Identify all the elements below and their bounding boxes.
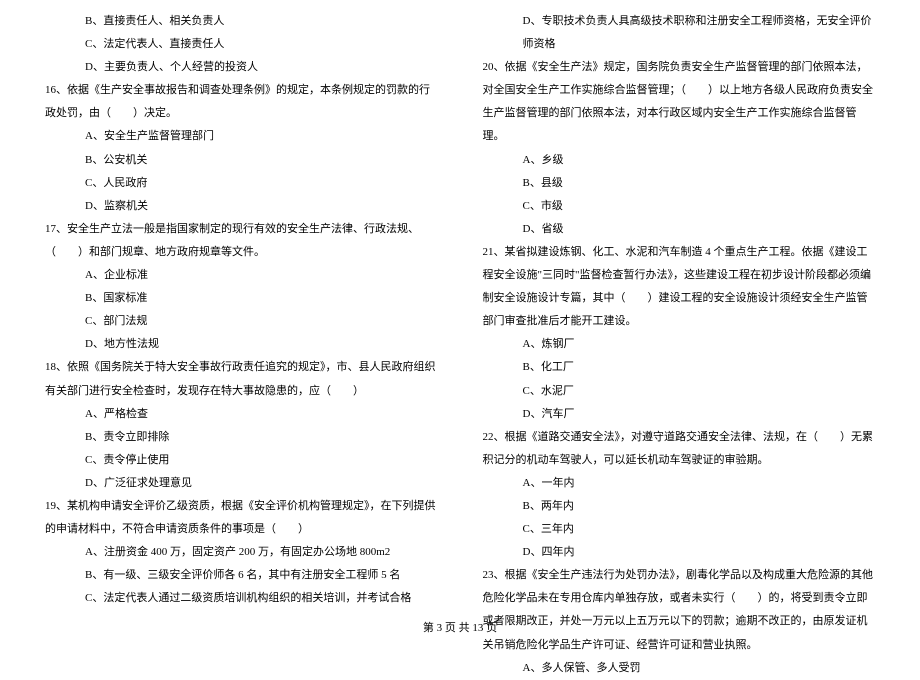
q19-option-a: A、注册资金 400 万，固定资产 200 万，有固定办公场地 800m2	[45, 541, 438, 564]
q18-text: 18、依照《国务院关于特大安全事故行政责任追究的规定》，市、县人民政府组织有关部…	[45, 356, 438, 402]
q19-option-d: D、专职技术负责人具高级技术职称和注册安全工程师资格，无安全评价师资格	[483, 10, 876, 56]
document-content: B、直接责任人、相关负责人 C、法定代表人、直接责任人 D、主要负责人、个人经营…	[45, 10, 875, 680]
q18-option-a: A、严格检查	[45, 403, 438, 426]
q22-option-d: D、四年内	[483, 541, 876, 564]
q17-option-a: A、企业标准	[45, 264, 438, 287]
q20-option-a: A、乡级	[483, 149, 876, 172]
q17-option-d: D、地方性法规	[45, 333, 438, 356]
q20-text: 20、依据《安全生产法》规定，国务院负责安全生产监督管理的部门依照本法，对全国安…	[483, 56, 876, 148]
q15-option-b: B、直接责任人、相关负责人	[45, 10, 438, 33]
q21-option-d: D、汽车厂	[483, 403, 876, 426]
q23-text: 23、根据《安全生产违法行为处罚办法》，剧毒化学品以及构成重大危险源的其他危险化…	[483, 564, 876, 656]
q21-option-a: A、炼钢厂	[483, 333, 876, 356]
q18-option-d: D、广泛征求处理意见	[45, 472, 438, 495]
q19-option-c: C、法定代表人通过二级资质培训机构组织的相关培训，并考试合格	[45, 587, 438, 610]
q17-option-b: B、国家标准	[45, 287, 438, 310]
q20-option-b: B、县级	[483, 172, 876, 195]
q17-option-c: C、部门法规	[45, 310, 438, 333]
q22-option-c: C、三年内	[483, 518, 876, 541]
q19-text: 19、某机构申请安全评价乙级资质，根据《安全评价机构管理规定》，在下列提供的申请…	[45, 495, 438, 541]
q15-option-c: C、法定代表人、直接责任人	[45, 33, 438, 56]
q19-option-b: B、有一级、三级安全评价师各 6 名，其中有注册安全工程师 5 名	[45, 564, 438, 587]
q21-option-b: B、化工厂	[483, 356, 876, 379]
q16-option-d: D、监察机关	[45, 195, 438, 218]
q17-text: 17、安全生产立法一般是指国家制定的现行有效的安全生产法律、行政法规、（ ）和部…	[45, 218, 438, 264]
q20-option-d: D、省级	[483, 218, 876, 241]
right-column: D、专职技术负责人具高级技术职称和注册安全工程师资格，无安全评价师资格 20、依…	[483, 10, 876, 680]
q18-option-b: B、责令立即排除	[45, 426, 438, 449]
q22-option-a: A、一年内	[483, 472, 876, 495]
q18-option-c: C、责令停止使用	[45, 449, 438, 472]
q22-option-b: B、两年内	[483, 495, 876, 518]
q21-option-c: C、水泥厂	[483, 380, 876, 403]
left-column: B、直接责任人、相关负责人 C、法定代表人、直接责任人 D、主要负责人、个人经营…	[45, 10, 438, 680]
q20-option-c: C、市级	[483, 195, 876, 218]
q16-option-a: A、安全生产监督管理部门	[45, 125, 438, 148]
q16-text: 16、依据《生产安全事故报告和调查处理条例》的规定，本条例规定的罚款的行政处罚，…	[45, 79, 438, 125]
q23-option-a: A、多人保管、多人受罚	[483, 657, 876, 680]
q22-text: 22、根据《道路交通安全法》，对遵守道路交通安全法律、法规，在（ ）无累积记分的…	[483, 426, 876, 472]
q16-option-c: C、人民政府	[45, 172, 438, 195]
q21-text: 21、某省拟建设炼钢、化工、水泥和汽车制造 4 个重点生产工程。依据《建设工程安…	[483, 241, 876, 333]
q15-option-d: D、主要负责人、个人经营的投资人	[45, 56, 438, 79]
page-footer: 第 3 页 共 13 页	[0, 617, 920, 640]
q16-option-b: B、公安机关	[45, 149, 438, 172]
